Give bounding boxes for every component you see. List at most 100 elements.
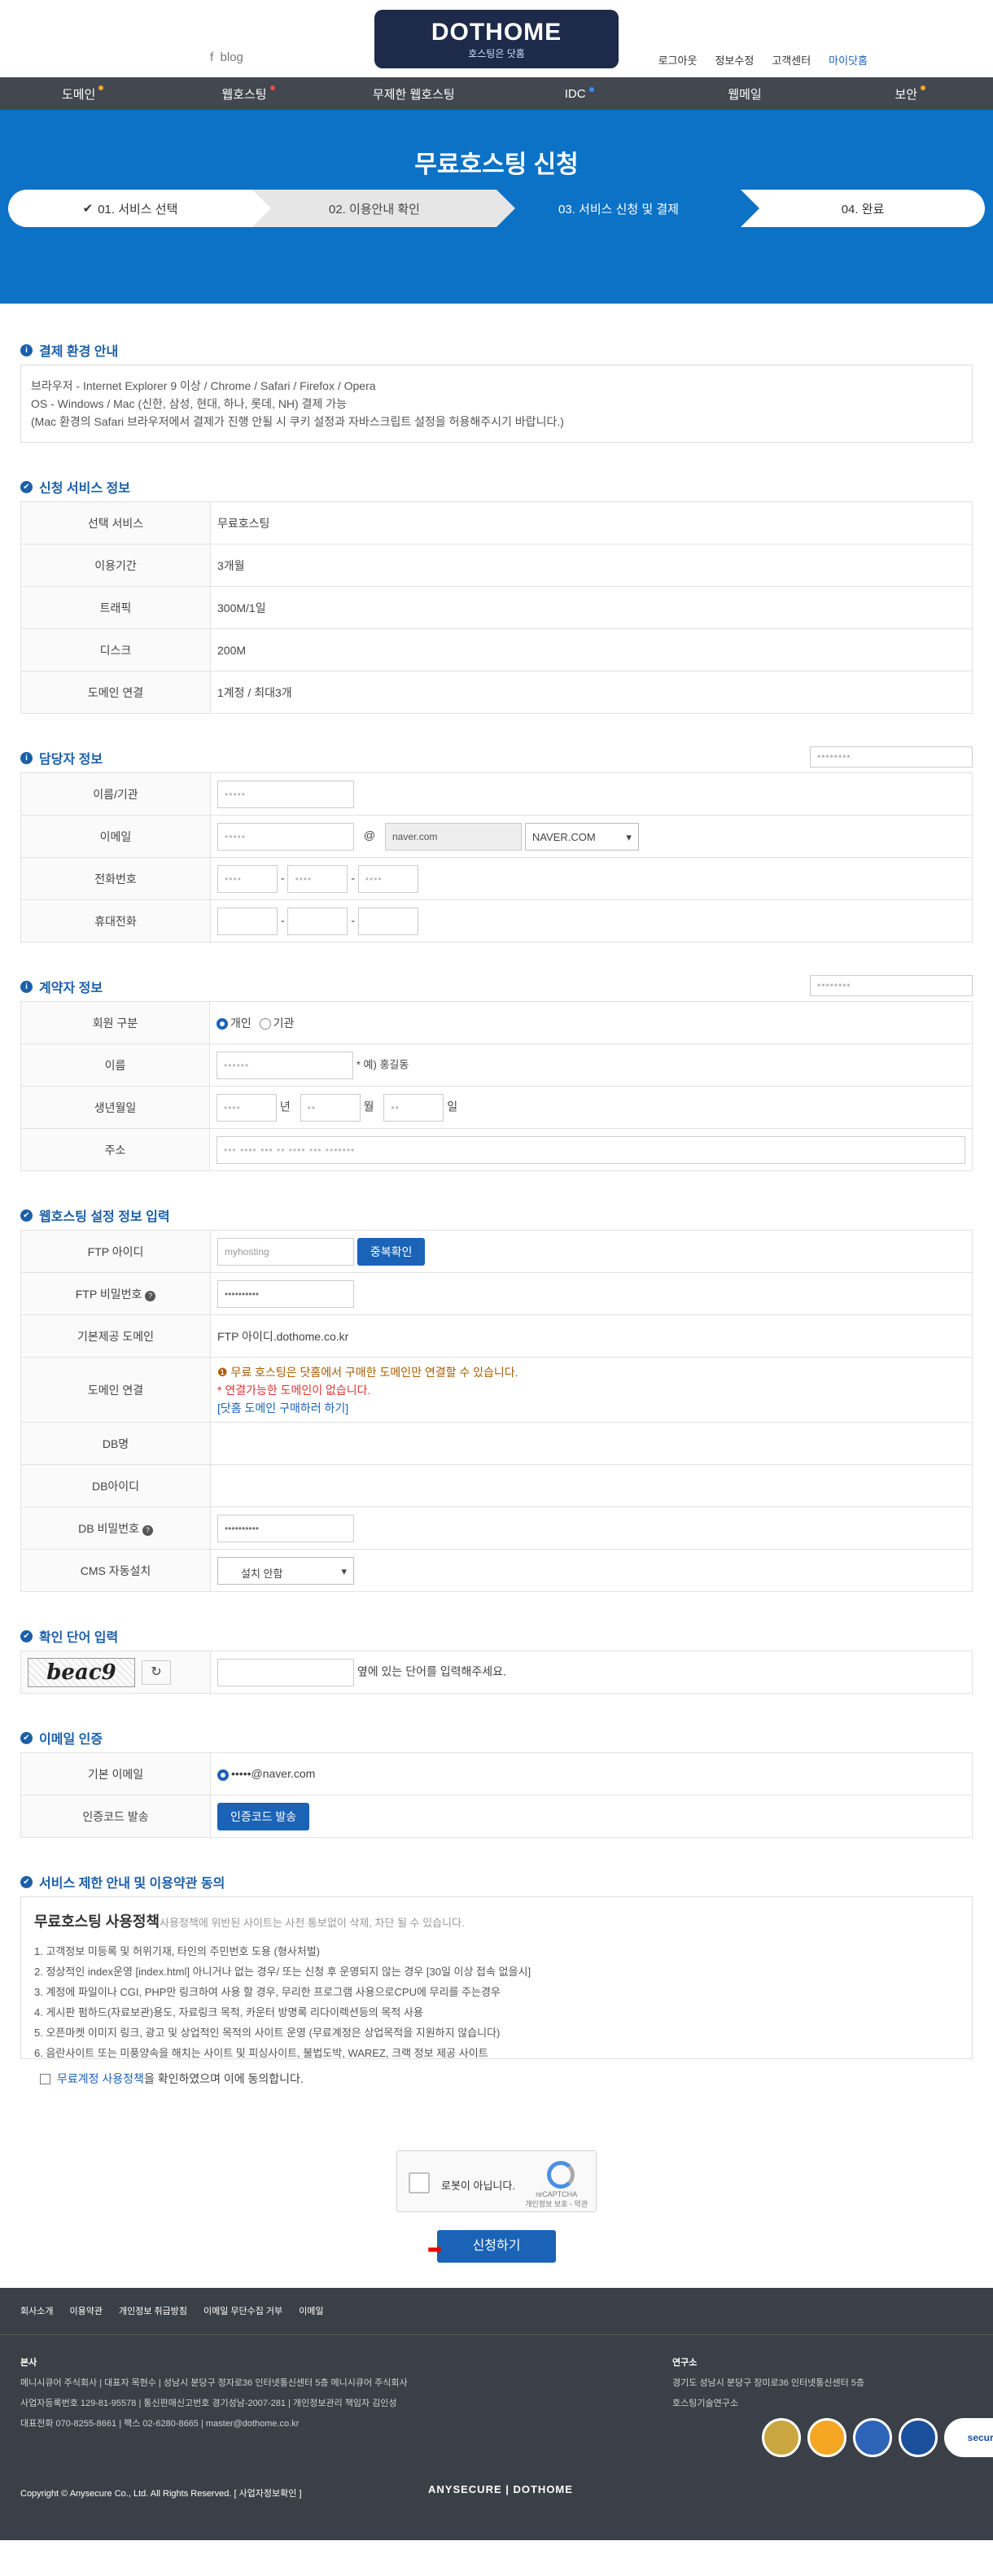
row-value: •••••••••• [210, 1507, 973, 1550]
policy-link[interactable]: 무료계정 사용정책 [57, 2072, 144, 2085]
facebook-icon: f [210, 50, 214, 64]
birth-year-input[interactable]: •••• [217, 1093, 277, 1122]
row-label: 선택 서비스 [20, 501, 211, 545]
my-dothome-link[interactable]: 마이닷홈 [829, 52, 868, 68]
email-id-input[interactable]: ••••• [217, 822, 354, 851]
row-value: •••••••••• [210, 1272, 973, 1315]
footer-link[interactable]: 개인정보 취급방침 [119, 2304, 187, 2317]
section-title-text: 계약자 정보 [39, 982, 103, 995]
email-domain-select[interactable]: NAVER.COM ▾ [524, 822, 639, 851]
row-value: •••••@naver.com [210, 1752, 973, 1795]
phone-1-input[interactable]: •••• [217, 864, 278, 893]
address-input[interactable]: ••• •••• ••• •• •••• ••• ••••••• [217, 1135, 965, 1164]
row-label: 기본 이메일 [20, 1752, 211, 1795]
logout-link[interactable]: 로그아웃 [658, 52, 698, 68]
dash: - [351, 871, 356, 885]
secure-seal-icon[interactable]: secure [944, 2418, 993, 2457]
nav-domain[interactable]: 도메인 [0, 85, 165, 103]
cms-select[interactable]: 설치 안함 ▾ [217, 1556, 354, 1585]
page-title: 무료호스팅 신청 [414, 151, 579, 178]
row-label: 이름/기관 [20, 772, 211, 816]
manager-name-input[interactable]: ••••• [217, 780, 354, 808]
check-circle-icon: ✔ [20, 480, 33, 493]
terms-list: 1. 고객정보 미등록 및 허위기재, 타인의 주민번호 도용 (형사처벌) 2… [34, 1941, 959, 2058]
support-link[interactable]: 고객센터 [772, 52, 811, 68]
nav-security[interactable]: 보안 [828, 85, 993, 103]
buy-domain-link[interactable]: [닷홈 도메인 구매하러 하기] [217, 1399, 965, 1417]
email-domain-input[interactable]: naver.com [385, 822, 522, 851]
certification-badge-icon [899, 2418, 938, 2457]
footer-company-info: 본사 메니시큐어 주식회사 | 대표자 목현수 | 성남시 분당구 정자로36 … [20, 2353, 408, 2434]
row-value: 설치 안함 ▾ [210, 1549, 973, 1592]
captcha-input[interactable] [217, 1658, 354, 1686]
table-row: 전화번호 •••• - •••• - •••• [20, 857, 973, 900]
ftp-id-input[interactable]: myhosting [217, 1237, 354, 1266]
send-code-button[interactable]: 인증코드 발송 [217, 1802, 310, 1830]
footer-line: 대표전화 070-8255-8661 | 팩스 02-6280-8665 | m… [20, 2419, 300, 2429]
nav-webmail[interactable]: 웹메일 [662, 85, 827, 103]
footer: 회사소개 이용약관 개인정보 취급방침 이메일 무단수집 거부 이메일 본사 메… [0, 2288, 993, 2540]
nav-unlimited-hosting[interactable]: 무제한 웹호스팅 [331, 85, 496, 103]
default-email-radio[interactable] [217, 1769, 229, 1781]
mobile-2-input[interactable] [287, 907, 348, 935]
terms-box[interactable]: 무료호스팅 사용정책사용정책에 위반된 사이트는 사전 통보없이 삭제, 차단 … [20, 1896, 973, 2059]
duplicate-check-button[interactable]: 중복확인 [357, 1237, 426, 1266]
submit-button[interactable]: 신청하기 [437, 2230, 556, 2263]
contractor-name-input[interactable]: •••••• [217, 1051, 353, 1079]
footer-divider [0, 2334, 993, 2335]
table-row: CMS 자동설치 설치 안함 ▾ [20, 1549, 973, 1592]
row-label: 휴대전화 [20, 899, 211, 942]
refresh-icon[interactable]: ↻ [141, 1660, 171, 1685]
footer-link[interactable]: 회사소개 [20, 2304, 53, 2317]
personal-radio[interactable] [217, 1017, 228, 1030]
step-4: 04. 완료 [741, 190, 985, 227]
phone-2-input[interactable]: •••• [287, 864, 348, 893]
section-title-text: 이메일 인증 [39, 1733, 103, 1747]
info-icon: i [20, 980, 33, 993]
organization-radio[interactable] [259, 1017, 271, 1030]
footer-link[interactable]: 이용약관 [69, 2304, 102, 2317]
table-row: DB명 [20, 1422, 973, 1465]
row-value: ••••• [210, 772, 973, 816]
table-row: FTP 비밀번호 ? •••••••••• [20, 1272, 973, 1315]
footer-link[interactable]: 이메일 무단수집 거부 [203, 2304, 282, 2317]
blog-link[interactable]: f blog [210, 50, 243, 64]
birth-month-input[interactable]: •• [300, 1093, 361, 1122]
agree-checkbox[interactable] [40, 2073, 50, 2084]
dothome-logo[interactable]: DOTHOME 호스팅은 닷홈 [374, 10, 619, 68]
service-info-table: 선택 서비스 무료호스팅 이용기간 3개월 트래픽 300M/1일 디스크 200M 도… [20, 501, 973, 714]
nav-webhosting[interactable]: 웹호스팅 [165, 85, 330, 103]
mobile-1-input[interactable] [217, 907, 278, 935]
unit-label: 일 [447, 1100, 458, 1113]
footer-heading: 연구소 [672, 2358, 698, 2368]
help-icon[interactable]: ? [142, 1524, 153, 1536]
mobile-3-input[interactable] [357, 907, 418, 935]
manager-load-select[interactable]: •••••••• [810, 746, 973, 768]
check-circle-icon: ✔ [20, 1731, 33, 1744]
footer-heading: 본사 [20, 2358, 37, 2368]
recaptcha-logo-icon [547, 2161, 575, 2189]
help-icon[interactable]: ? [145, 1290, 156, 1301]
captcha-table: beac9 ↻ 옆에 있는 단어를 입력해주세요. [20, 1651, 973, 1694]
footer-link[interactable]: 이메일 [299, 2304, 323, 2317]
select-value: 설치 안함 [241, 1567, 283, 1580]
birth-day-input[interactable]: •• [383, 1093, 444, 1122]
award-badge-icon [807, 2418, 846, 2457]
ftp-password-input[interactable]: •••••••••• [217, 1279, 354, 1308]
table-row: FTP 아이디 myhosting 중복확인 [20, 1230, 973, 1273]
table-row: 휴대전화 - - [20, 899, 973, 942]
nav-idc[interactable]: IDC [496, 86, 662, 101]
edit-info-link[interactable]: 정보수정 [715, 52, 754, 68]
section-title: ✔ 확인 단어 입력 [20, 1626, 973, 1646]
recaptcha-checkbox[interactable] [409, 2172, 430, 2193]
recaptcha-links[interactable]: 개인정보 보호 - 약관 [525, 2200, 588, 2208]
submit-row: ➡ 신청하기 [20, 2230, 973, 2264]
step-3: 03. 서비스 신청 및 결제 [496, 190, 759, 227]
nav-label: 도메인 [61, 87, 96, 102]
section-title: ✔ 이메일 인증 [20, 1728, 973, 1747]
section-title-text: 웹호스팅 설정 정보 입력 [39, 1210, 170, 1224]
phone-3-input[interactable]: •••• [357, 864, 418, 893]
db-password-input[interactable]: •••••••••• [217, 1514, 354, 1542]
contractor-load-select[interactable]: •••••••• [810, 975, 973, 996]
dash: - [280, 871, 285, 885]
